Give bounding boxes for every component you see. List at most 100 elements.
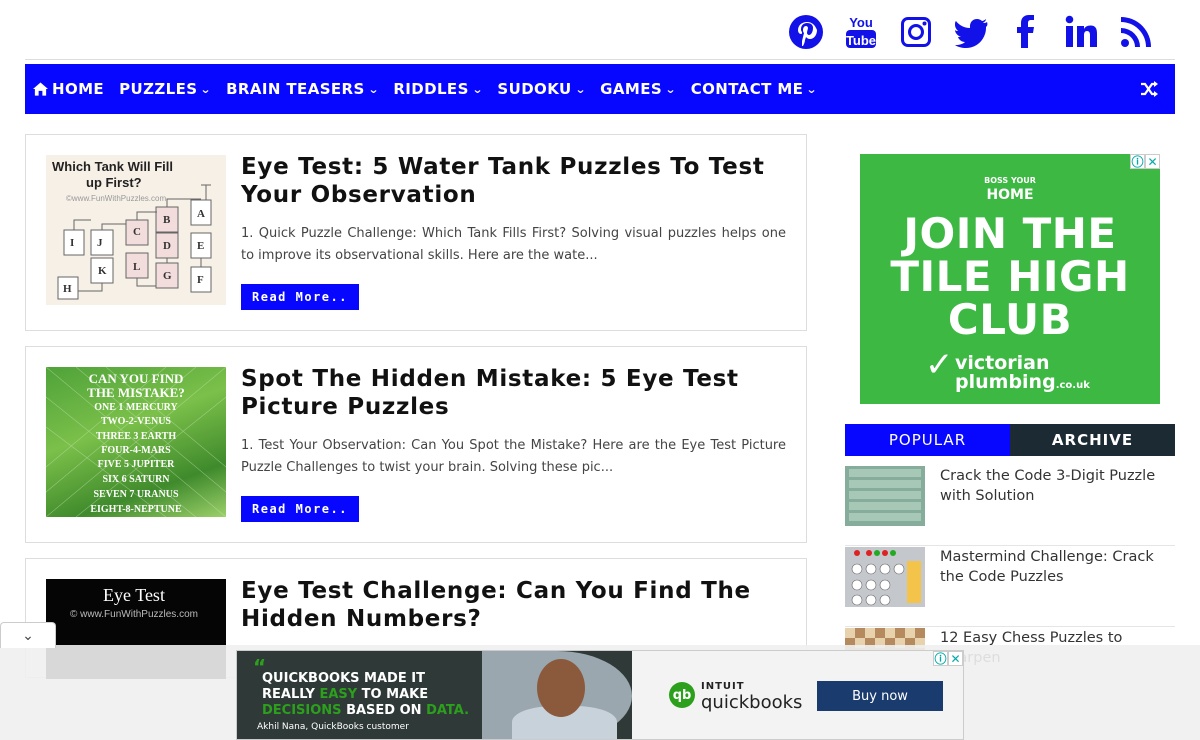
buy-now-button[interactable]: Buy now [817,681,943,711]
twitter-icon[interactable] [943,10,998,54]
read-more-button[interactable]: Read More.. [241,496,359,522]
post-title[interactable]: Eye Test: 5 Water Tank Puzzles To Test Y… [241,153,786,209]
pinterest-icon[interactable] [778,10,833,54]
popular-thumbnail[interactable] [845,466,925,526]
chevron-down-icon: ⌄ [574,82,587,96]
ad-headline-line: QUICKBOOKS MADE IT [262,671,425,686]
post-thumbnail[interactable]: CAN YOU FIND THE MISTAKE? ONE 1 MERCURY … [46,367,226,517]
youtube-icon[interactable]: You Tube [833,10,888,54]
thumb-title-2: up First? [86,175,142,190]
sidebar-ad[interactable]: BOSS YOUR HOME JOIN THE TILE HIGH CLUB ✓ … [860,154,1160,404]
quickbooks-logo-icon: qb [669,682,695,708]
header-social-bar: You Tube [25,0,1175,60]
nav-puzzles-label: PUZZLES [119,80,198,98]
ad-headline-part: DATA. [426,703,470,718]
rss-icon[interactable] [1108,10,1163,54]
nav-home[interactable]: HOME [33,80,104,98]
ad-headline-line: JOIN THE [903,209,1117,258]
thumb-title: Eye Test [103,585,165,605]
post-thumbnail[interactable]: Which Tank Will Fill up First? ©www.FunW… [46,155,226,305]
ad-controls: ⓘ ✕ [1130,154,1160,169]
post-card: CAN YOU FIND THE MISTAKE? ONE 1 MERCURY … [25,346,807,543]
popular-title[interactable]: Mastermind Challenge: Crack the Code Puz… [940,547,1175,587]
v-logo-icon: ✓ [925,345,954,385]
ad-controls: ⓘ ✕ [933,651,963,666]
chevron-down-icon: ⌄ [665,82,677,96]
chevron-down-icon: ⌄ [367,82,380,96]
thumb-title-1: Which Tank Will Fill [52,159,173,174]
read-more-button[interactable]: Read More.. [241,284,359,310]
nav-sudoku-label: SUDOKU [497,80,572,98]
popular-item: Crack the Code 3-Digit Puzzle with Solut… [845,466,1175,546]
svg-text:C: C [133,226,141,238]
thumb-line: ONE 1 MERCURY [94,402,178,413]
shuffle-icon[interactable] [1141,81,1159,97]
ad-headline: JOIN THE TILE HIGH CLUB [860,212,1160,341]
nav-puzzles[interactable]: PUZZLES ⌄ [119,80,211,98]
popular-thumbnail[interactable] [845,547,925,607]
ad-headline-part: TO MAKE [357,687,429,702]
popular-title[interactable]: Crack the Code 3-Digit Puzzle with Solut… [940,466,1175,506]
tab-archive[interactable]: ARCHIVE [1010,424,1175,456]
svg-text:A: A [197,208,205,220]
thumb-line: SIX 6 SATURN [102,474,170,485]
nav-sudoku[interactable]: SUDOKU ⌄ [497,80,585,98]
ad-headline-line: TILE HIGH [890,252,1130,301]
quickbooks-logo: qb INTUIT quickbooks [669,679,802,712]
thumb-line: TWO-2-VENUS [101,416,171,427]
ad-attribution: Akhil Nana, QuickBooks customer [257,722,409,732]
close-icon[interactable]: ✕ [948,651,963,666]
social-icons: You Tube [778,10,1163,54]
nav-home-label: HOME [52,80,105,98]
instagram-icon[interactable] [888,10,943,54]
nav-riddles[interactable]: RIDDLES ⌄ [393,80,483,98]
ad-headline-part: REALLY [262,687,320,702]
facebook-icon[interactable] [998,10,1053,54]
thumb-line: FOUR-4-MARS [101,445,171,456]
svg-text:I: I [70,237,74,249]
ad-brand-main: HOME [986,187,1034,203]
popular-item: Mastermind Challenge: Crack the Code Puz… [845,547,1175,627]
thumb-watermark: ©www.FunWithPuzzles.com [66,194,166,203]
post-title[interactable]: Eye Test Challenge: Can You Find The Hid… [241,577,786,633]
post-title[interactable]: Spot The Hidden Mistake: 5 Eye Test Pict… [241,365,786,421]
bottom-banner-ad[interactable]: “ QUICKBOOKS MADE IT REALLY EASY TO MAKE… [236,650,964,740]
nav-contact-me[interactable]: CONTACT ME ⌄ [690,80,818,98]
svg-text:E: E [197,240,204,252]
ad-headline-part: BASED ON [341,703,427,718]
ad-headline-line: CLUB [947,295,1073,344]
svg-text:D: D [163,240,171,252]
collapse-ad-button[interactable]: ⌄ [0,622,56,648]
ad-logo-line2: plumbing [955,371,1056,393]
nav-brain-teasers-label: BRAIN TEASERS [226,80,365,98]
close-icon[interactable]: ✕ [1145,154,1160,169]
tab-popular[interactable]: POPULAR [845,424,1010,456]
info-icon[interactable]: ⓘ [1130,154,1145,169]
ad-headline-part: DECISIONS [262,703,342,718]
svg-text:You: You [849,15,873,30]
thumb-line: SEVEN 7 URANUS [93,489,178,500]
svg-text:F: F [197,274,204,286]
sidebar-tabs: POPULAR ARCHIVE [845,424,1175,456]
svg-text:J: J [97,237,103,249]
post-excerpt: 1. Test Your Observation: Can You Spot t… [241,438,786,475]
nav-brain-teasers[interactable]: BRAIN TEASERS ⌄ [226,80,380,98]
home-icon [33,82,48,96]
nav-games[interactable]: GAMES ⌄ [600,80,676,98]
nav-contact-me-label: CONTACT ME [690,80,804,98]
ad-brand-top: BOSS YOUR [984,176,1036,185]
ad-logo: ✓ victorian plumbing.co.uk [925,348,1090,395]
chevron-down-icon: ⌄ [200,82,213,96]
thumb-line: FIVE 5 JUPITER [98,459,175,470]
main-nav: HOME PUZZLES ⌄ BRAIN TEASERS ⌄ RIDDLES ⌄ SU… [25,64,1175,114]
nav-games-label: GAMES [600,80,663,98]
svg-text:L: L [133,261,140,273]
ad-headline-part: EASY [319,687,358,702]
quickbooks-wordmark: INTUIT quickbooks [701,679,802,712]
info-icon[interactable]: ⓘ [933,651,948,666]
ad-headline: QUICKBOOKS MADE IT REALLY EASY TO MAKE D… [262,671,469,719]
svg-text:B: B [163,214,171,226]
thumb-line: EIGHT-8-NEPTUNE [90,504,182,515]
nav-riddles-label: RIDDLES [393,80,469,98]
linkedin-icon[interactable] [1053,10,1108,54]
